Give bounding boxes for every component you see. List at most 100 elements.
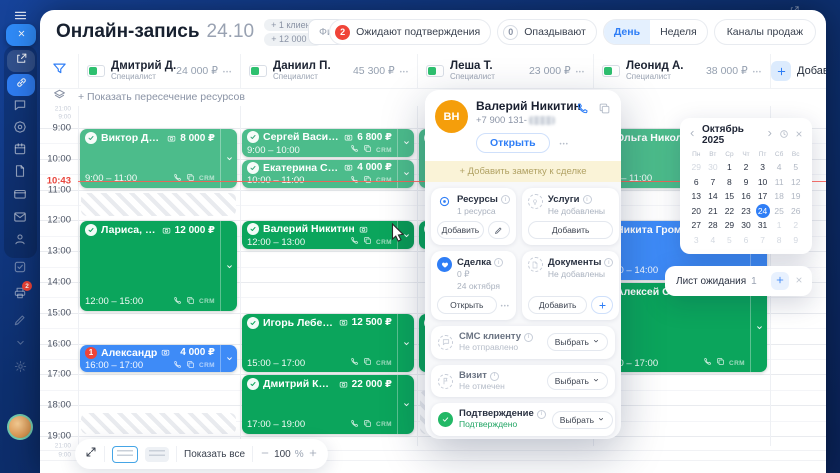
late-pill[interactable]: 0 Опаздывают bbox=[497, 19, 597, 45]
zoom-out-icon[interactable] bbox=[260, 448, 270, 461]
event-expand-chevron[interactable] bbox=[220, 345, 237, 373]
check-square-icon[interactable] bbox=[0, 260, 40, 279]
event-card[interactable]: Лариса, ул. Лефорт…12 000 ₽12:00 – 15:00… bbox=[80, 221, 237, 310]
add-note-bar[interactable]: + Добавить заметку к сделке bbox=[425, 161, 621, 182]
event-card[interactable]: Валерий Никитин12:00 – 13:00CRM bbox=[242, 221, 414, 249]
layers-icon[interactable] bbox=[40, 88, 78, 106]
copy-icon[interactable] bbox=[598, 102, 611, 120]
specialist-header-2[interactable]: Даниил П.Специалист45 300 ₽ bbox=[240, 54, 417, 88]
calendar-next-icon[interactable] bbox=[765, 129, 774, 141]
calendar-day[interactable]: 18 bbox=[771, 189, 788, 204]
calendar-day[interactable]: 19 bbox=[787, 189, 804, 204]
select-button[interactable]: Выбрать bbox=[547, 333, 608, 351]
event-expand-chevron[interactable] bbox=[397, 221, 414, 249]
pending-confirmation-pill[interactable]: 2 Ожидают подтверждения bbox=[329, 19, 491, 45]
gear-icon[interactable] bbox=[0, 360, 40, 378]
calendar-day[interactable]: 1 bbox=[721, 160, 738, 175]
event-expand-chevron[interactable] bbox=[750, 283, 767, 372]
mail-icon[interactable] bbox=[0, 210, 40, 229]
calendar-day[interactable]: 27 bbox=[688, 218, 705, 233]
close-icon[interactable] bbox=[6, 24, 36, 46]
calendar-day[interactable]: 28 bbox=[705, 218, 722, 233]
calendar-day[interactable]: 30 bbox=[705, 160, 722, 175]
tab-week[interactable]: Неделя bbox=[650, 20, 707, 44]
waitlist-close-icon[interactable] bbox=[794, 272, 804, 290]
calendar-day[interactable]: 30 bbox=[738, 218, 755, 233]
calendar-day[interactable]: 6 bbox=[738, 233, 755, 248]
call-icon[interactable] bbox=[576, 102, 589, 120]
specialist-more-icon[interactable] bbox=[400, 65, 409, 77]
calendar-day[interactable]: 7 bbox=[705, 175, 722, 190]
event-card[interactable]: Екатерина Смирнова4 000 ₽10:00 – 11:00CR… bbox=[242, 160, 414, 188]
event-card[interactable]: Сергей Васильев6 800 ₽9:00 – 10:00CRM bbox=[242, 129, 414, 157]
select-button[interactable]: Выбрать bbox=[552, 411, 613, 429]
layout-wide-toggle[interactable] bbox=[145, 447, 169, 462]
calendar-day[interactable]: 22 bbox=[721, 204, 738, 219]
card-icon[interactable] bbox=[0, 187, 40, 206]
select-button[interactable]: Выбрать bbox=[547, 372, 608, 390]
event-card[interactable]: Виктор Добров8 000 ₽9:00 – 11:00CRM bbox=[80, 129, 237, 188]
show-all-button[interactable]: Показать все bbox=[184, 449, 245, 460]
calendar-day[interactable]: 2 bbox=[738, 160, 755, 175]
link-icon[interactable] bbox=[7, 74, 35, 96]
event-expand-chevron[interactable] bbox=[397, 375, 414, 434]
specialist-toggle[interactable] bbox=[249, 65, 267, 77]
user-icon[interactable] bbox=[0, 232, 40, 251]
specialist-toggle[interactable] bbox=[87, 65, 105, 77]
calendar-day[interactable]: 1 bbox=[771, 218, 788, 233]
calendar-day-selected[interactable]: 24 bbox=[756, 204, 770, 218]
specialist-more-icon[interactable] bbox=[753, 65, 762, 77]
calendar-day[interactable]: 7 bbox=[754, 233, 771, 248]
calendar-day[interactable]: 2 bbox=[787, 218, 804, 233]
specialist-toggle[interactable] bbox=[602, 65, 620, 77]
popup-card-button[interactable]: Открыть bbox=[437, 296, 497, 314]
event-expand-chevron[interactable] bbox=[220, 221, 237, 310]
calendar-day[interactable]: 16 bbox=[738, 189, 755, 204]
calendar-day[interactable]: 8 bbox=[771, 233, 788, 248]
calendar-day[interactable]: 10 bbox=[754, 175, 771, 190]
calendar-day[interactable]: 8 bbox=[721, 175, 738, 190]
pencil-icon[interactable] bbox=[488, 221, 510, 239]
calendar-day[interactable]: 5 bbox=[787, 160, 804, 175]
client-more-icon[interactable] bbox=[560, 137, 569, 149]
tab-day[interactable]: День bbox=[604, 20, 650, 44]
chat-icon[interactable] bbox=[0, 98, 40, 117]
share-icon[interactable] bbox=[7, 50, 35, 72]
calendar-day[interactable]: 23 bbox=[738, 204, 755, 219]
calendar-day[interactable]: 4 bbox=[705, 233, 722, 248]
plus-icon[interactable] bbox=[591, 296, 613, 314]
specialist-more-icon[interactable] bbox=[576, 65, 585, 77]
more-icon[interactable] bbox=[501, 299, 510, 311]
event-expand-chevron[interactable] bbox=[397, 129, 414, 157]
specialist-header-3[interactable]: Леша Т.Специалист23 000 ₽ bbox=[417, 54, 593, 88]
zoom-in-icon[interactable] bbox=[308, 448, 318, 461]
add-specialist-button[interactable]: Добавить bbox=[770, 54, 826, 88]
event-expand-chevron[interactable] bbox=[220, 129, 237, 188]
calendar-day[interactable]: 17 bbox=[754, 189, 771, 204]
open-client-button[interactable]: Открыть bbox=[476, 133, 550, 153]
waitlist-add-button[interactable] bbox=[771, 272, 789, 290]
document-icon[interactable] bbox=[0, 164, 40, 183]
calendar-day[interactable]: 9 bbox=[787, 233, 804, 248]
popup-card-button[interactable]: Добавить bbox=[437, 221, 484, 239]
filter-funnel-icon[interactable] bbox=[40, 54, 78, 88]
specialist-header-4[interactable]: Леонид А.Специалист38 000 ₽ bbox=[593, 54, 770, 88]
settings-nut-icon[interactable] bbox=[0, 120, 40, 139]
calendar-day[interactable]: 9 bbox=[738, 175, 755, 190]
calendar-prev-icon[interactable] bbox=[688, 129, 697, 141]
calendar-day[interactable]: 20 bbox=[688, 204, 705, 219]
calendar-clock-icon[interactable] bbox=[779, 129, 789, 142]
calendar-day[interactable]: 29 bbox=[721, 218, 738, 233]
chevron-down-icon[interactable] bbox=[0, 336, 40, 354]
calendar-day[interactable]: 25 bbox=[771, 204, 788, 219]
calendar-day[interactable]: 31 bbox=[754, 218, 771, 233]
show-intersections-link[interactable]: + Показать пересечение ресурсов bbox=[78, 91, 245, 103]
calendar-day[interactable]: 26 bbox=[787, 204, 804, 219]
calendar-day[interactable]: 5 bbox=[721, 233, 738, 248]
calendar-close-icon[interactable] bbox=[794, 129, 804, 142]
calendar-icon[interactable] bbox=[0, 142, 40, 161]
specialist-more-icon[interactable] bbox=[223, 65, 232, 77]
popup-card-button[interactable]: Добавить bbox=[528, 296, 587, 314]
event-expand-chevron[interactable] bbox=[397, 160, 414, 188]
avatar[interactable] bbox=[7, 414, 33, 440]
